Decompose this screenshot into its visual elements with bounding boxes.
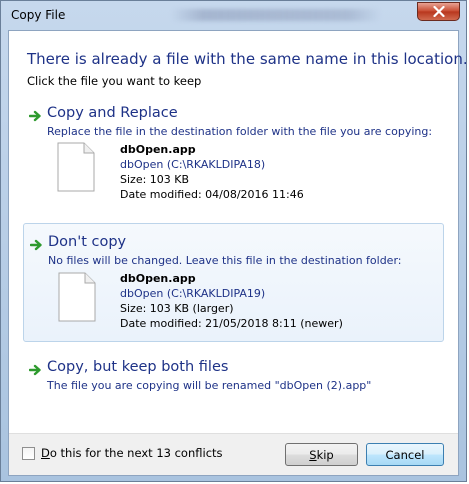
option-dont-copy[interactable]: Don't copy No files will be changed. Lea… bbox=[23, 223, 444, 342]
dialog-heading: There is already a file with the same na… bbox=[27, 50, 468, 68]
copy-file-dialog: Copy File There is already a file with t… bbox=[0, 0, 468, 482]
file-details: dbOpen.app dbOpen (C:\RKAKLDIPA19) Size:… bbox=[120, 271, 343, 331]
dialog-footer: Do this for the next 13 conflicts Skip C… bbox=[9, 433, 458, 475]
close-icon bbox=[432, 6, 445, 17]
file-name: dbOpen.app bbox=[120, 272, 196, 285]
window-title: Copy File bbox=[11, 8, 66, 22]
green-arrow-icon bbox=[29, 110, 41, 122]
file-size: Size: 103 KB bbox=[120, 173, 190, 186]
close-button[interactable] bbox=[417, 2, 460, 21]
dialog-subheading: Click the file you want to keep bbox=[27, 74, 202, 88]
option-description: No files will be changed. Leave this fil… bbox=[48, 254, 402, 267]
skip-button[interactable]: Skip bbox=[285, 443, 358, 466]
file-location: dbOpen (C:\RKAKLDIPA18) bbox=[120, 158, 266, 171]
dialog-content: There is already a file with the same na… bbox=[8, 30, 468, 476]
file-icon bbox=[58, 272, 96, 322]
option-title: Copy and Replace bbox=[47, 105, 178, 121]
file-location: dbOpen (C:\RKAKLDIPA19) bbox=[120, 287, 266, 300]
conflicts-checkbox[interactable] bbox=[22, 447, 35, 460]
option-copy-and-replace[interactable]: Copy and Replace Replace the file in the… bbox=[23, 102, 444, 210]
green-arrow-icon bbox=[30, 239, 42, 251]
option-description: The file you are copying will be renamed… bbox=[47, 379, 372, 392]
file-icon bbox=[57, 142, 95, 192]
option-title: Don't copy bbox=[48, 234, 127, 250]
file-modified: Date modified: 21/05/2018 8:11 (newer) bbox=[120, 317, 343, 330]
option-copy-keep-both[interactable]: Copy, but keep both files The file you a… bbox=[23, 356, 444, 400]
title-bar[interactable]: Copy File bbox=[1, 1, 466, 29]
green-arrow-icon bbox=[29, 364, 41, 376]
file-modified: Date modified: 04/08/2016 11:46 bbox=[120, 188, 304, 201]
option-title: Copy, but keep both files bbox=[47, 359, 229, 375]
conflicts-checkbox-label[interactable]: Do this for the next 13 conflicts bbox=[41, 446, 223, 460]
title-bar-blurred-region bbox=[171, 9, 381, 21]
file-size: Size: 103 KB (larger) bbox=[120, 302, 234, 315]
file-details: dbOpen.app dbOpen (C:\RKAKLDIPA18) Size:… bbox=[120, 142, 304, 202]
file-name: dbOpen.app bbox=[120, 143, 196, 156]
cancel-button[interactable]: Cancel bbox=[366, 443, 444, 466]
option-description: Replace the file in the destination fold… bbox=[47, 125, 433, 138]
